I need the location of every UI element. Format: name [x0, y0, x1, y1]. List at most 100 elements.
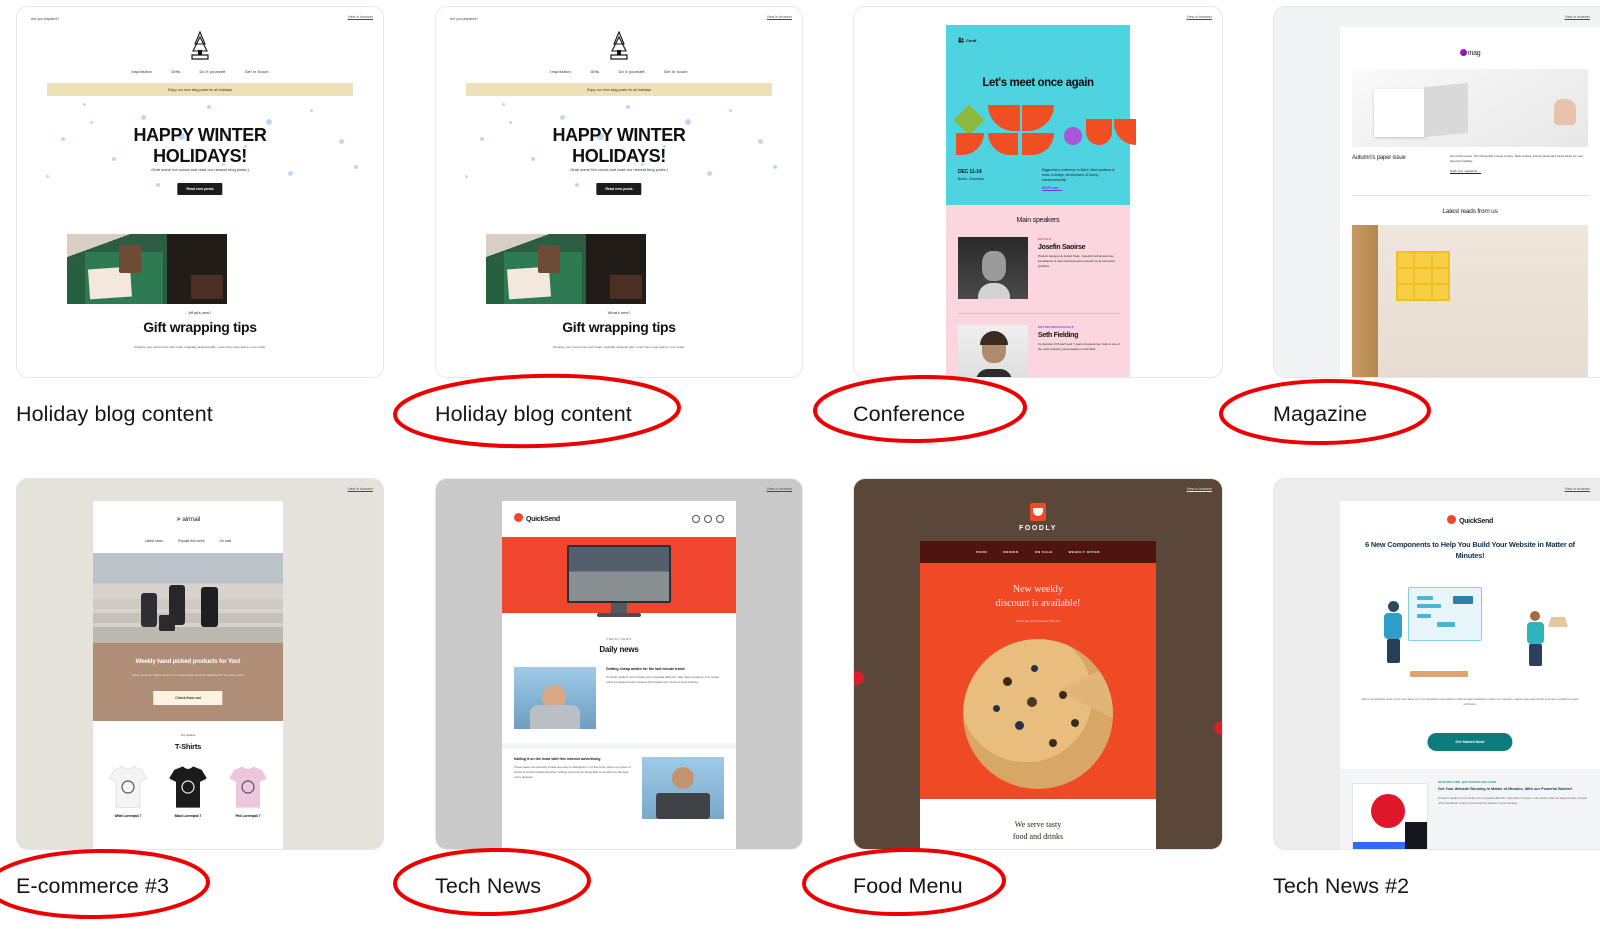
nav-item[interactable]: Gifts [171, 69, 180, 74]
speaker-kicker: ENTREPRENEURSHIP [1038, 325, 1075, 329]
headline-line-2: discount is available! [995, 597, 1081, 609]
nav-item[interactable]: ON SALE [1035, 550, 1053, 554]
grab-magazine-link[interactable]: Grab your magazine → [1450, 169, 1588, 174]
twitter-icon[interactable] [704, 515, 712, 523]
template-thumbnail[interactable]: View in browser QuickSend 6 New Componen… [1273, 478, 1600, 850]
nav-item[interactable]: Get in touch [245, 69, 269, 74]
nav-item[interactable]: Gifts [590, 69, 599, 74]
instagram-icon[interactable] [716, 515, 724, 523]
article-title: Gift wrapping tips [562, 319, 676, 335]
get-started-button[interactable]: Get Started Now! [1427, 733, 1513, 751]
nav-item[interactable]: On sale [220, 539, 232, 543]
divider [1352, 195, 1588, 196]
article-body: These cases are perfectly simple and eas… [514, 765, 631, 780]
template-card-magazine[interactable]: View in browser mag Autumn's paper issue… [1273, 6, 1600, 436]
template-thumbnail[interactable]: View in browser mag Autumn's paper issue… [1273, 6, 1600, 378]
quicksend-logo: QuickSend [514, 513, 560, 523]
template-thumbnail[interactable]: View in browser Are you prepared? Inspir… [435, 6, 803, 378]
card-label: Magazine [1273, 402, 1368, 426]
email-preview-foodmenu: View in browser FOODLY FOOD DRINKS ON SA… [854, 479, 1222, 849]
view-in-browser-link[interactable]: View in browser [348, 487, 373, 491]
template-card-holiday-blog-content-1[interactable]: View in browser Are you prepared? Inspir… [16, 6, 384, 436]
promo-banner: Enjoy our new blog posts for all holiday… [47, 83, 353, 96]
preheader-text: Are you prepared? [450, 17, 479, 21]
product-name: White Loremipsk T [114, 814, 142, 818]
nav-item[interactable]: DRINKS [1003, 550, 1018, 554]
template-card-conference[interactable]: View in browser Conff Let's meet once ag… [853, 6, 1223, 436]
read-new-posts-button[interactable]: Read new posts [177, 183, 223, 195]
view-in-browser-link[interactable]: View in browser [767, 487, 792, 491]
craft-photo [486, 234, 646, 304]
article-row[interactable]: Nailing it on the head with free interne… [514, 757, 724, 821]
nav-item[interactable]: Popular this week [178, 539, 205, 543]
speaker-info: DESIGN Josefin Saoirse Product designer … [1038, 237, 1120, 268]
nav-item[interactable]: Inspiration [131, 69, 152, 74]
tree-logo-icon [191, 31, 209, 60]
email-preview-technews: View in browser QuickSend FRESH NEWS Dai… [436, 479, 802, 849]
speaker-photo [958, 325, 1028, 377]
article-text-block: Nailing it on the head with free interne… [514, 757, 632, 780]
product-name: Pink Loremipsk T [235, 814, 261, 818]
nav-item[interactable]: Inspiration [550, 69, 571, 74]
promo-text-block: INTRODUCING QUICKSEND BUILDER Get Your W… [1438, 781, 1590, 805]
conference-date-block: DEC 11-14 Berlin, Germany [958, 169, 984, 181]
template-card-e-commerce-3[interactable]: View in browser ➤airmail Latest news Pop… [16, 478, 384, 918]
view-in-browser-link[interactable]: View in browser [1187, 15, 1212, 19]
nav-item[interactable]: Do it yourself [199, 69, 225, 74]
template-thumbnail[interactable]: View in browser Conff Let's meet once ag… [853, 6, 1223, 378]
template-card-food-menu[interactable]: View in browser FOODLY FOOD DRINKS ON SA… [853, 478, 1223, 918]
view-in-browser-link[interactable]: View in browser [1565, 15, 1590, 19]
promo-headline: New weekly discount is available! [920, 583, 1156, 611]
template-thumbnail[interactable]: View in browser QuickSend FRESH NEWS Dai… [435, 478, 803, 850]
nav-item[interactable]: Latest news [145, 539, 163, 543]
product-item[interactable]: White Loremipsk T [101, 763, 155, 818]
view-in-browser-link[interactable]: View in browser [767, 15, 792, 19]
product-item[interactable]: Black Loremipsk T [161, 763, 215, 818]
nav-item[interactable]: Do it yourself [618, 69, 644, 74]
email-body: ➤airmail Latest news Popular this week O… [93, 501, 283, 849]
template-thumbnail[interactable]: View in browser Are you prepared? Inspir… [16, 6, 384, 378]
article-text-block: Getting cheap airfare for the last minut… [606, 667, 724, 685]
nav-item[interactable]: WEEKLY OFFER [1069, 550, 1100, 554]
nav-item[interactable]: Get in touch [664, 69, 688, 74]
paper-plane-icon: ➤ [176, 516, 182, 523]
promo-subtext: Check out our brand new discount [1016, 619, 1060, 623]
preheader-text: Are you prepared? [31, 17, 60, 21]
article-title: Gift wrapping tips [143, 319, 257, 335]
section-title: T-Shirts [174, 742, 202, 751]
speaker-name: Josefin Saoirse [1038, 244, 1086, 251]
view-in-browser-link[interactable]: View in browser [1187, 487, 1212, 491]
footer-text: We serve tasty food and drinks [920, 799, 1156, 843]
tomato-decoration [1214, 721, 1222, 735]
promo-kicker: INTRODUCING QUICKSEND BUILDER [1438, 781, 1497, 784]
description-text: Biggest tech conference in Berlin. Meet … [1042, 168, 1115, 183]
promo-band: Weekly hand picked products for You! Eve… [93, 643, 283, 721]
rsvp-link[interactable]: RSVP now → [1042, 186, 1120, 191]
product-item[interactable]: Pink Loremipsk T [221, 763, 275, 818]
template-gallery-page: View in browser Are you prepared? Inspir… [0, 0, 1600, 941]
card-label: Holiday blog content [16, 402, 213, 426]
section-kicker: FRESH NEWS [606, 637, 632, 641]
nav-item[interactable]: FOOD [976, 550, 987, 554]
pizza-photo [963, 639, 1113, 789]
template-card-tech-news-2[interactable]: View in browser QuickSend 6 New Componen… [1273, 478, 1600, 918]
article-title: Getting cheap airfare for the last minut… [606, 667, 685, 671]
speaker-bio: Co-founder of Protech and 7 years of exp… [1038, 342, 1120, 351]
template-grid: View in browser Are you prepared? Inspir… [0, 0, 1600, 941]
view-in-browser-link[interactable]: View in browser [348, 15, 373, 19]
article-photo [514, 667, 596, 729]
template-thumbnail[interactable]: View in browser ➤airmail Latest news Pop… [16, 478, 384, 850]
article-text: Surprise your loved ones with small, ori… [133, 345, 267, 349]
magazine-hero-photo [1352, 69, 1588, 147]
promo-banner: Enjoy our new blog posts for all holiday… [466, 83, 772, 96]
template-card-holiday-blog-content-2[interactable]: View in browser Are you prepared? Inspir… [435, 6, 803, 436]
view-in-browser-link[interactable]: View in browser [1565, 487, 1590, 491]
template-card-tech-news[interactable]: View in browser QuickSend FRESH NEWS Dai… [435, 478, 803, 918]
read-new-posts-button[interactable]: Read new posts [596, 183, 642, 195]
check-them-out-button[interactable]: Check them out [153, 691, 223, 705]
article-title: Nailing it on the head with free interne… [514, 757, 601, 761]
facebook-icon[interactable] [692, 515, 700, 523]
template-thumbnail[interactable]: View in browser FOODLY FOOD DRINKS ON SA… [853, 478, 1223, 850]
team-illustration [1370, 583, 1570, 687]
article-row[interactable]: Getting cheap airfare for the last minut… [514, 667, 724, 731]
